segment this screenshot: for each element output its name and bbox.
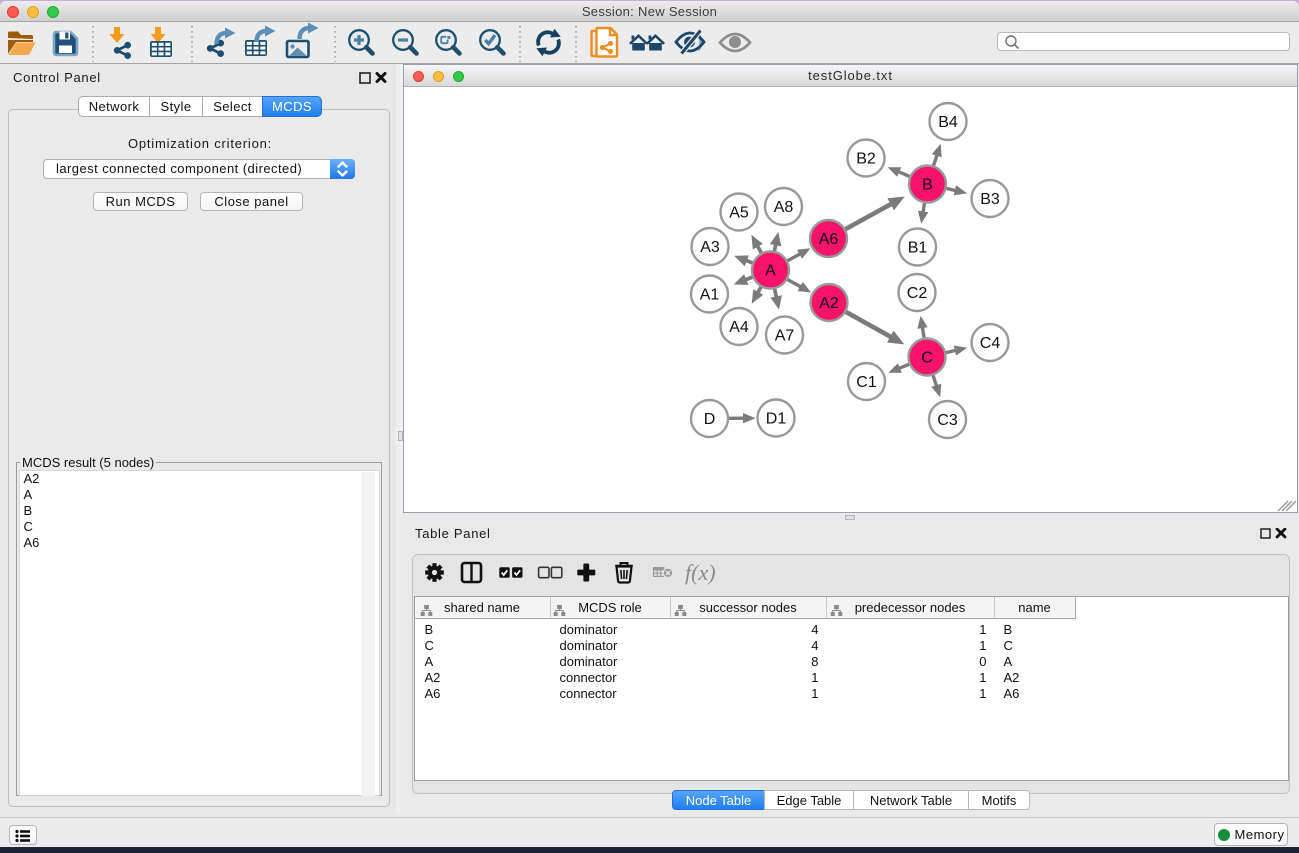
svg-text:B3: B3 xyxy=(980,191,1000,208)
svg-text:C3: C3 xyxy=(937,412,958,429)
svg-text:A4: A4 xyxy=(729,319,749,336)
svg-text:B1: B1 xyxy=(908,240,928,257)
svg-text:C4: C4 xyxy=(980,335,1001,352)
svg-text:C2: C2 xyxy=(907,285,928,302)
svg-text:D: D xyxy=(704,411,716,428)
svg-text:A3: A3 xyxy=(700,239,720,256)
svg-text:B: B xyxy=(922,177,933,194)
svg-text:A2: A2 xyxy=(819,295,839,312)
svg-text:A: A xyxy=(765,263,776,280)
svg-text:A6: A6 xyxy=(819,231,839,248)
svg-text:A1: A1 xyxy=(700,287,720,304)
svg-text:D1: D1 xyxy=(766,411,787,428)
svg-text:B2: B2 xyxy=(856,151,876,168)
svg-text:C: C xyxy=(921,350,933,367)
svg-text:f(x): f(x) xyxy=(685,560,716,585)
svg-text:B4: B4 xyxy=(938,114,958,131)
svg-text:A8: A8 xyxy=(774,199,794,216)
svg-text:C1: C1 xyxy=(856,374,877,391)
svg-text:A7: A7 xyxy=(775,328,795,345)
svg-text:A5: A5 xyxy=(729,205,749,222)
